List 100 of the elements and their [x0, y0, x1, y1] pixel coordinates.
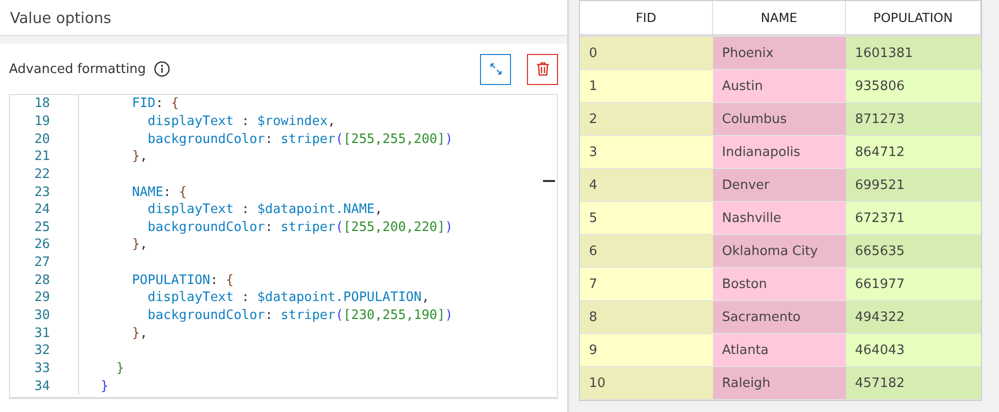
- code-token: ,: [328, 114, 336, 129]
- line-number: 32: [33, 343, 50, 358]
- code-token: (: [335, 132, 344, 147]
- table-cell: Sacramento: [713, 301, 846, 334]
- code-token: striper: [280, 220, 336, 235]
- line-number: 23: [33, 184, 50, 200]
- line-number: 34: [33, 378, 50, 394]
- code-token: ): [445, 308, 453, 323]
- code-token: }: [130, 237, 140, 252]
- code-token: (: [335, 308, 344, 323]
- line-number: 24: [33, 202, 50, 218]
- table-cell: 935806: [846, 70, 981, 103]
- line-number: 25: [33, 220, 50, 235]
- table-cell: 9: [580, 334, 713, 367]
- table-cell: 661977: [846, 268, 981, 301]
- expand-icon: [488, 62, 502, 76]
- code-token: ): [445, 220, 453, 235]
- table-cell: 5: [580, 202, 713, 235]
- code-token: displayText: [146, 202, 234, 218]
- delete-button[interactable]: [527, 54, 558, 84]
- code-token: {: [226, 272, 234, 288]
- code-token: :: [210, 272, 220, 288]
- code-token: :: [265, 308, 274, 323]
- code-token: ,: [422, 290, 430, 306]
- line-number: 18: [33, 96, 50, 112]
- code-token: ): [445, 132, 453, 147]
- code-token: $rowindex: [257, 114, 328, 129]
- table-cell: 7: [580, 268, 713, 301]
- code-token: $datapoint.POPULATION: [257, 290, 422, 306]
- code-token: ,: [140, 149, 148, 164]
- table-cell: 699521: [846, 169, 981, 202]
- table-cell: Atlanta: [713, 334, 846, 367]
- code-token: [230,255,190]: [343, 308, 446, 323]
- code-token: ,: [140, 326, 148, 341]
- code-token: :: [240, 290, 250, 306]
- line-number: 28: [33, 272, 50, 288]
- code-token: backgroundColor: [146, 308, 266, 323]
- table-cell: Columbus: [713, 103, 846, 136]
- line-number: 20: [33, 132, 50, 147]
- table-cell: Raleigh: [713, 367, 846, 400]
- code-token: ,: [140, 237, 148, 252]
- trash-icon: [534, 61, 550, 77]
- code-token: :: [240, 202, 250, 218]
- code-token: {: [171, 96, 179, 112]
- table-cell: 1601381: [846, 37, 981, 70]
- table-cell: Nashville: [713, 202, 846, 235]
- table-cell: 864712: [846, 136, 981, 169]
- line-number: 30: [33, 308, 50, 323]
- table-cell: Boston: [713, 268, 846, 301]
- table-cell: 2: [580, 103, 713, 136]
- section-title: Advanced formatting: [9, 62, 146, 76]
- table-cell: 464043: [846, 334, 981, 367]
- line-number: 31: [33, 326, 50, 341]
- table-cell: 494322: [846, 301, 981, 334]
- panel-title: Value options: [0, 0, 567, 36]
- code-token: }: [115, 360, 124, 376]
- code-token: ,: [374, 202, 382, 218]
- code-token: }: [130, 326, 140, 341]
- table-cell: Indianapolis: [713, 136, 846, 169]
- code-token: :: [155, 96, 164, 112]
- table-cell: Oklahoma City: [713, 235, 846, 268]
- code-token: [255,255,200]: [343, 132, 446, 147]
- table-cell: 6: [580, 235, 713, 268]
- code-token: {: [178, 184, 187, 200]
- code-token: $datapoint.NAME: [257, 202, 375, 218]
- table-cell: 1: [580, 70, 713, 103]
- code-token: :: [265, 220, 274, 235]
- code-token: backgroundColor: [146, 132, 266, 147]
- table-cell: 672371: [846, 202, 981, 235]
- code-token: (: [335, 220, 344, 235]
- code-token: striper: [280, 132, 336, 147]
- line-number: 33: [33, 360, 50, 376]
- table-cell: 457182: [846, 367, 981, 400]
- code-token: :: [240, 114, 250, 129]
- code-token: FID: [130, 96, 156, 112]
- code-token: POPULATION: [130, 272, 210, 288]
- expand-button[interactable]: [480, 54, 511, 84]
- code-token: backgroundColor: [146, 220, 266, 235]
- line-number: 19: [33, 114, 50, 129]
- table-cell: Phoenix: [713, 37, 846, 70]
- code-token: displayText: [146, 290, 234, 306]
- code-token: [255,200,220]: [343, 220, 446, 235]
- line-number: 27: [33, 255, 50, 270]
- info-icon[interactable]: [154, 61, 170, 77]
- table-cell: 871273: [846, 103, 981, 136]
- code-token: displayText: [146, 114, 234, 129]
- code-token: }: [130, 149, 140, 164]
- code-editor[interactable]: [9, 94, 558, 399]
- table-cell: 4: [580, 169, 713, 202]
- code-token: }: [100, 378, 108, 394]
- code-token: :: [163, 184, 172, 200]
- table-cell: Austin: [713, 70, 846, 103]
- line-number: 26: [33, 237, 50, 252]
- code-token: :: [265, 132, 274, 147]
- table-cell: 0: [580, 37, 713, 70]
- line-number: 22: [33, 166, 50, 182]
- table-cell: Denver: [713, 169, 846, 202]
- line-number: 29: [33, 290, 50, 306]
- code-token: striper: [280, 308, 336, 323]
- line-number: 21: [33, 149, 50, 164]
